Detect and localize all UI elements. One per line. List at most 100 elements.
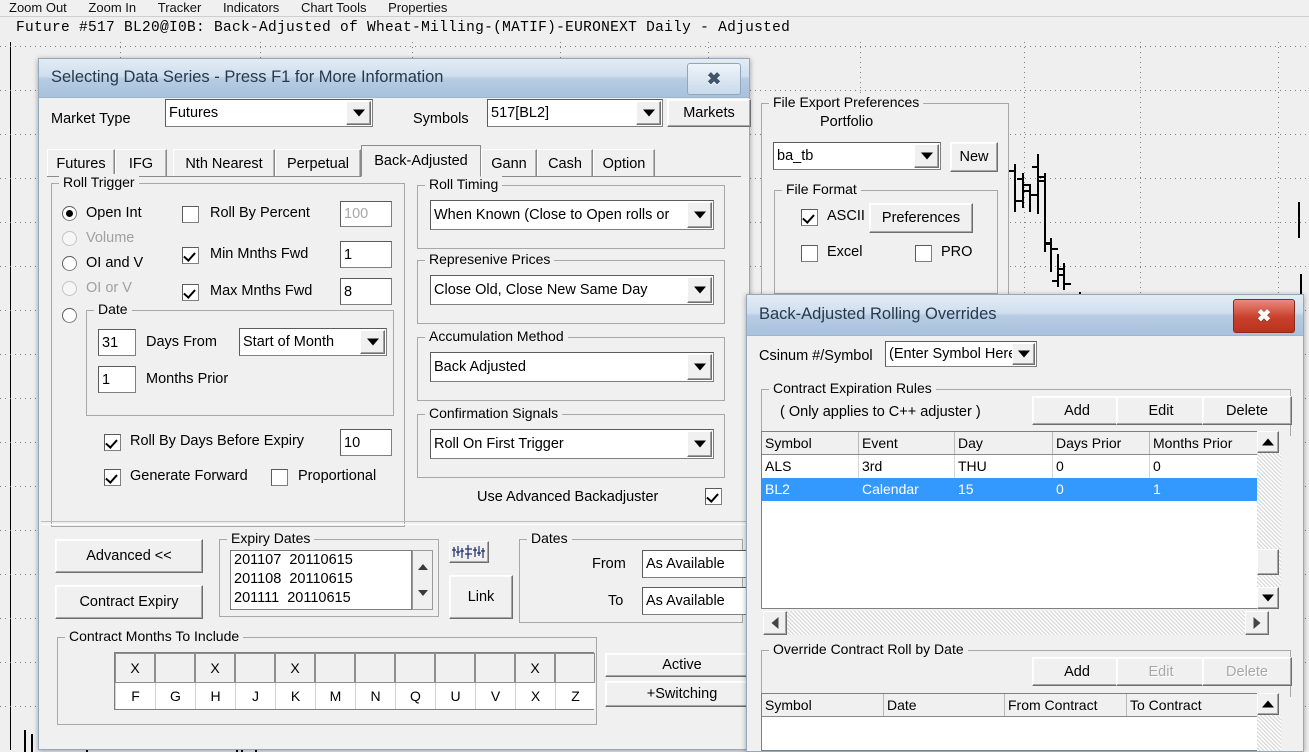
column-header[interactable]: To Contract — [1127, 694, 1264, 716]
chevron-down-icon[interactable] — [914, 144, 939, 168]
radio-oi-or-v[interactable] — [62, 281, 77, 296]
portfolio-select[interactable]: ba_tb — [773, 142, 941, 170]
markets-button[interactable]: Markets — [667, 99, 751, 127]
scroll-right-icon[interactable] — [1245, 611, 1269, 635]
scroll-down-icon[interactable] — [1257, 587, 1279, 609]
month-toggle-f[interactable]: X — [115, 653, 155, 683]
chevron-down-icon[interactable] — [346, 101, 371, 125]
menu-item-indicators[interactable]: Indicators — [214, 1, 288, 15]
expiry-dates-list[interactable]: 201107 20110615 201108 20110615 201111 2… — [230, 550, 412, 610]
chevron-down-icon[interactable] — [687, 431, 712, 457]
days-input[interactable]: 31 — [98, 329, 136, 356]
scroll-up-icon[interactable] — [1257, 431, 1279, 453]
rules-delete-button[interactable]: Delete — [1202, 396, 1292, 425]
month-toggle-n[interactable] — [355, 653, 395, 683]
contract-months-grid[interactable]: XFGXHJXKMNQUVXXZ — [114, 652, 595, 710]
column-header[interactable]: Months Prior — [1150, 432, 1264, 454]
table-row[interactable]: BL2 Calendar 15 0 1 — [762, 478, 1264, 501]
column-header[interactable]: Symbol — [762, 694, 884, 716]
accumulation-method-select[interactable]: Back Adjusted — [430, 352, 714, 382]
scroll-track[interactable] — [787, 611, 1245, 635]
days-from-select[interactable]: Start of Month — [239, 328, 387, 356]
checkbox-use-advanced-backadjuster[interactable] — [705, 488, 722, 505]
menu-item-properties[interactable]: Properties — [379, 1, 456, 15]
confirmation-signals-select[interactable]: Roll On First Trigger — [430, 429, 714, 459]
menu-item-zoom-in[interactable]: Zoom In — [79, 1, 145, 15]
checkbox-excel[interactable] — [801, 245, 818, 262]
rules-vertical-scrollbar[interactable] — [1257, 431, 1281, 609]
month-toggle-k[interactable]: X — [275, 653, 315, 683]
override-roll-table[interactable]: Symbol Date From Contract To Contract — [761, 693, 1265, 751]
checkbox-roll-by-percent[interactable] — [182, 206, 199, 223]
menu-item-chart-tools[interactable]: Chart Tools — [292, 1, 376, 15]
scroll-up-icon[interactable] — [1257, 693, 1279, 715]
expiration-rules-table[interactable]: Symbol Event Day Days Prior Months Prior ALS… — [761, 431, 1265, 609]
month-toggle-g[interactable] — [155, 653, 195, 683]
chevron-down-icon[interactable] — [687, 277, 712, 303]
column-header[interactable]: Event — [859, 432, 955, 454]
column-header[interactable]: Date — [884, 694, 1005, 716]
chevron-down-icon[interactable] — [687, 202, 712, 228]
tab-back-adjusted[interactable]: Back-Adjusted — [361, 145, 481, 177]
rules-horizontal-scrollbar[interactable] — [763, 611, 1269, 635]
advanced-button[interactable]: Advanced << — [55, 539, 203, 573]
override-vertical-scrollbar[interactable] — [1257, 693, 1281, 751]
months-prior-input[interactable]: 1 — [98, 366, 136, 393]
month-toggle-u[interactable] — [435, 653, 475, 683]
tab-futures[interactable]: Futures — [47, 149, 115, 177]
checkbox-proportional[interactable] — [271, 469, 288, 486]
month-toggle-h[interactable]: X — [195, 653, 235, 683]
overrides-title-bar[interactable]: Back-Adjusted Rolling Overrides ✖ — [747, 295, 1303, 336]
list-item[interactable]: 201107 20110615 — [231, 551, 411, 570]
chevron-down-icon[interactable] — [636, 101, 661, 125]
switching-button[interactable]: +Switching — [605, 681, 759, 707]
month-toggle-v[interactable] — [475, 653, 515, 683]
checkbox-min-mnths-fwd[interactable] — [182, 247, 199, 264]
override-edit-button[interactable]: Edit — [1116, 657, 1206, 686]
override-add-button[interactable]: Add — [1032, 657, 1122, 686]
checkbox-max-mnths-fwd[interactable] — [182, 284, 199, 301]
active-button[interactable]: Active — [605, 653, 759, 677]
contract-expiry-button[interactable]: Contract Expiry — [55, 585, 203, 619]
column-header[interactable]: Days Prior — [1053, 432, 1150, 454]
overrides-close-button[interactable]: ✖ — [1233, 299, 1295, 333]
rules-add-button[interactable]: Add — [1032, 396, 1122, 425]
column-header[interactable]: Symbol — [762, 432, 859, 454]
table-row[interactable]: ALS 3rd THU 0 0 — [762, 455, 1264, 478]
menu-item-tracker[interactable]: Tracker — [149, 1, 211, 15]
max-mnths-fwd-input[interactable]: 8 — [340, 278, 392, 305]
preferences-button[interactable]: Preferences — [869, 203, 973, 233]
radio-oi-and-v[interactable] — [62, 256, 77, 271]
override-delete-button[interactable]: Delete — [1202, 657, 1292, 686]
tab-ifg[interactable]: IFG — [115, 149, 167, 177]
checkbox-pro[interactable] — [915, 245, 932, 262]
spinner-down-icon[interactable] — [413, 580, 432, 609]
chevron-down-icon[interactable] — [1012, 343, 1035, 365]
column-header[interactable]: From Contract — [1005, 694, 1127, 716]
chevron-down-icon[interactable] — [360, 330, 385, 354]
radio-open-int[interactable] — [62, 206, 77, 221]
month-toggle-q[interactable] — [395, 653, 435, 683]
csinum-symbol-select[interactable]: (Enter Symbol Here — [885, 341, 1037, 367]
radio-date[interactable] — [62, 308, 77, 323]
candlestick-icon-button[interactable] — [449, 541, 489, 563]
representive-prices-select[interactable]: Close Old, Close New Same Day — [430, 275, 714, 305]
chevron-down-icon[interactable] — [687, 354, 712, 380]
link-button[interactable]: Link — [449, 575, 513, 619]
month-toggle-x[interactable]: X — [515, 653, 555, 683]
dialog-title-bar[interactable]: Selecting Data Series - Press F1 for Mor… — [39, 59, 749, 98]
tab-gann[interactable]: Gann — [481, 149, 537, 177]
spinner-up-icon[interactable] — [413, 551, 432, 580]
month-toggle-z[interactable] — [555, 653, 595, 683]
tab-cash[interactable]: Cash — [537, 149, 593, 177]
menu-item-zoom-out[interactable]: Zoom Out — [0, 1, 76, 15]
tab-option[interactable]: Option — [593, 149, 655, 177]
list-item[interactable]: 201111 20110615 — [231, 589, 411, 608]
selecting-data-series-dialog[interactable]: Selecting Data Series - Press F1 for Mor… — [38, 58, 1009, 750]
tab-perpetual[interactable]: Perpetual — [275, 149, 361, 177]
radio-volume[interactable] — [62, 231, 77, 246]
month-toggle-j[interactable] — [235, 653, 275, 683]
month-toggle-m[interactable] — [315, 653, 355, 683]
roll-by-percent-input[interactable]: 100 — [340, 201, 392, 227]
scroll-thumb[interactable] — [1257, 549, 1279, 575]
